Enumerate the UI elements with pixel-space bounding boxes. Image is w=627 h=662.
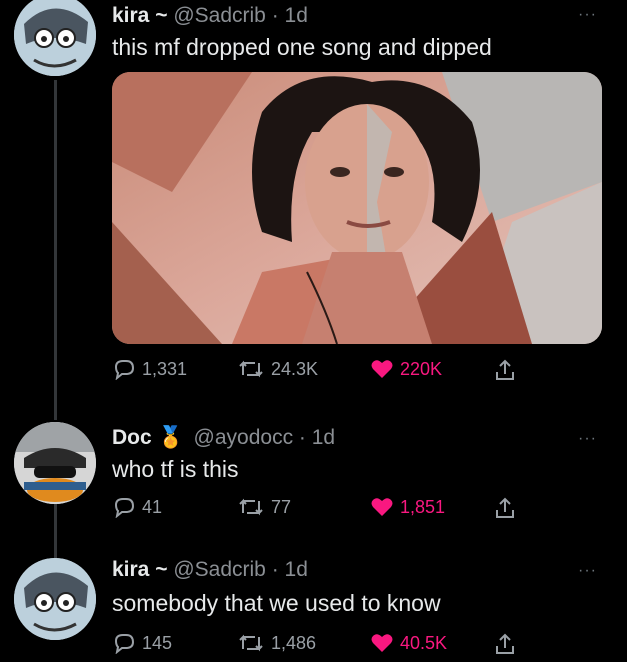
more-icon[interactable]: ··· (578, 430, 597, 448)
tweet-image[interactable] (112, 72, 602, 344)
name-emoji: ~ (155, 558, 168, 581)
retweet-icon (239, 498, 263, 516)
more-icon[interactable]: ··· (578, 562, 597, 580)
avatar[interactable] (14, 0, 96, 76)
display-name[interactable]: kira (112, 558, 149, 581)
tweet-text: this mf dropped one song and dipped (112, 34, 492, 60)
share-icon (496, 359, 514, 380)
timestamp[interactable]: · 1d (299, 426, 335, 449)
reply-count: 145 (142, 632, 173, 653)
like-count: 1,851 (400, 496, 446, 517)
tweet-actions: 145 1,486 40.5K (112, 632, 532, 662)
retweet-button[interactable]: 1,486 (237, 632, 316, 654)
retweet-count: 1,486 (271, 632, 317, 653)
handle[interactable]: @Sadcrib (173, 4, 266, 27)
timestamp[interactable]: · 1d (272, 558, 308, 581)
reply-icon (114, 634, 135, 654)
tweet-text: somebody that we used to know (112, 590, 441, 616)
like-button[interactable]: 220K (370, 358, 442, 380)
avatar[interactable] (14, 422, 96, 504)
name-emoji: ~ (155, 4, 168, 27)
like-count: 40.5K (400, 632, 448, 653)
reply-button[interactable]: 145 (112, 632, 172, 654)
reply-count: 41 (142, 496, 163, 517)
retweet-count: 24.3K (271, 358, 319, 379)
avatar[interactable] (14, 558, 96, 640)
share-button[interactable] (494, 632, 516, 656)
handle[interactable]: @Sadcrib (173, 558, 266, 581)
heart-icon (371, 498, 393, 516)
share-icon (496, 497, 514, 518)
retweet-icon (239, 634, 263, 652)
retweet-icon (239, 360, 263, 378)
reply-button[interactable]: 1,331 (112, 358, 187, 380)
like-button[interactable]: 1,851 (370, 496, 445, 518)
name-emoji: 🏅 (157, 426, 184, 449)
like-button[interactable]: 40.5K (370, 632, 447, 654)
more-icon[interactable]: ··· (578, 6, 597, 24)
share-icon (496, 633, 514, 654)
reply-icon (114, 360, 135, 380)
share-button[interactable] (494, 496, 516, 520)
tweet-header: kira ~ @Sadcrib · 1d (112, 4, 308, 28)
display-name[interactable]: kira (112, 4, 149, 27)
handle[interactable]: @ayodocc (194, 426, 294, 449)
retweet-count: 77 (271, 496, 292, 517)
timestamp[interactable]: · 1d (272, 4, 308, 27)
tweet-text: who tf is this (112, 456, 239, 482)
retweet-button[interactable]: 77 (237, 496, 291, 518)
reply-button[interactable]: 41 (112, 496, 162, 518)
tweet[interactable]: Doc 🏅 @ayodocc · 1d ··· who tf is this 4… (0, 420, 627, 560)
retweet-button[interactable]: 24.3K (237, 358, 318, 380)
tweet-actions: 1,331 24.3K 220K (112, 358, 532, 388)
tweet-actions: 41 77 1,851 (112, 496, 532, 526)
reply-count: 1,331 (142, 358, 188, 379)
display-name[interactable]: Doc (112, 426, 152, 449)
tweet-header: kira ~ @Sadcrib · 1d (112, 558, 308, 582)
tweet[interactable]: kira ~ @Sadcrib · 1d ··· this mf dropped… (0, 0, 627, 400)
reply-icon (114, 498, 135, 518)
heart-icon (371, 634, 393, 652)
tweet[interactable]: kira ~ @Sadcrib · 1d ··· somebody that w… (0, 556, 627, 654)
share-button[interactable] (494, 358, 516, 382)
heart-icon (371, 360, 393, 378)
tweet-header: Doc 🏅 @ayodocc · 1d (112, 426, 335, 450)
like-count: 220K (400, 358, 443, 379)
